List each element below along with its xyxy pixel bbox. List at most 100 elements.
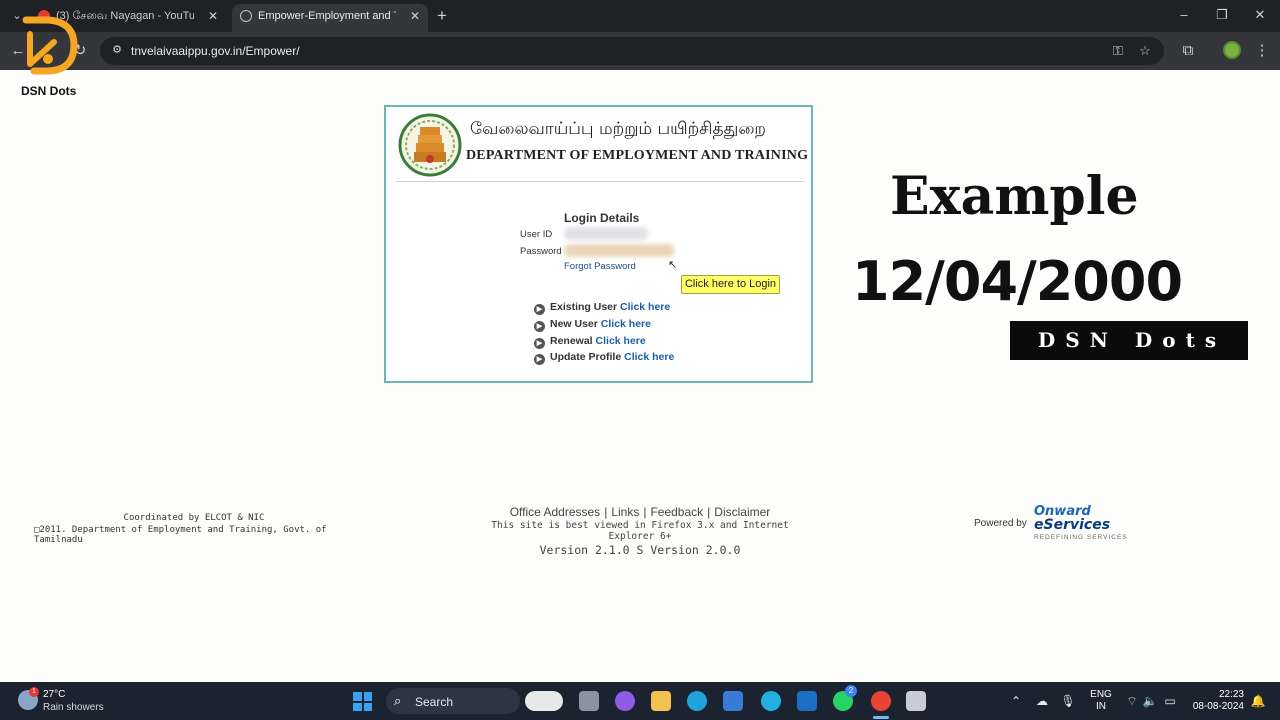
example-date: 12/04/2000	[852, 250, 1183, 313]
address-bar[interactable]: ⚙ tnvelaivaaippu.gov.in/Empower/ ⚿ ☆	[100, 37, 1164, 65]
bell-icon[interactable]: 🔔	[1250, 693, 1266, 709]
site-settings-icon[interactable]: ⚙	[110, 43, 124, 57]
powered-by-label: Powered by	[974, 518, 1027, 529]
weather-temperature[interactable]: 27°C	[43, 689, 65, 700]
login-panel: வேலைவாய்ப்பு மற்றும் பயிற்சித்துறை DEPAR…	[384, 105, 813, 383]
close-icon[interactable]: ✕	[410, 4, 420, 28]
file-explorer-icon[interactable]	[651, 691, 671, 711]
user-id-input[interactable]	[564, 227, 648, 240]
kebab-menu-icon[interactable]: ⋮	[1252, 41, 1272, 61]
footer-credits: Coordinated by ELCOT & NIC □2011. Depart…	[34, 513, 354, 545]
search-highlight-icon[interactable]	[525, 691, 563, 711]
login-button[interactable]: Click here to Login	[681, 275, 780, 294]
existing-user-link[interactable]: Click here	[620, 301, 670, 313]
channel-watermark: DSN Dots	[1010, 321, 1248, 360]
list-item: ▶ Existing User Click here	[534, 301, 670, 315]
forgot-password-link[interactable]: Forgot Password	[564, 261, 636, 272]
department-title-tamil: வேலைவாய்ப்பு மற்றும் பயிற்சித்துறை	[470, 119, 766, 139]
browser-note: This site is best viewed in Firefox 3.x …	[491, 520, 789, 542]
app-icon[interactable]	[761, 691, 781, 711]
notification-badge: 1	[29, 687, 39, 697]
weather-description[interactable]: Rain showers	[43, 702, 104, 713]
language-code: ENG	[1090, 689, 1112, 700]
system-clock[interactable]: 22:23 08-08-2024	[1186, 689, 1244, 713]
close-window-icon[interactable]: ✕	[1250, 6, 1270, 24]
search-icon: ⌕	[394, 693, 402, 708]
cloud-tray-icon[interactable]: ☁	[1034, 693, 1050, 709]
taskbar: 1 27°C Rain showers ⌕ Search 2 ⌃ ☁ 🎙 ENG…	[0, 682, 1280, 720]
login-heading: Login Details	[564, 211, 640, 225]
link-label: New User	[550, 318, 598, 330]
url-text[interactable]: tnvelaivaaippu.gov.in/Empower/	[131, 44, 300, 58]
puzzle-icon[interactable]: ⧉	[1178, 41, 1198, 61]
feedback-link[interactable]: Feedback	[650, 505, 703, 519]
volume-icon[interactable]: 🔈	[1142, 693, 1158, 709]
logo-mid-text: eServices	[1034, 517, 1111, 533]
minimize-icon[interactable]: –	[1174, 6, 1194, 24]
region-code: IN	[1096, 701, 1106, 712]
user-id-label: User ID	[520, 229, 553, 240]
logo-tagline: REDEFINING SERVICES	[1034, 534, 1128, 541]
key-icon[interactable]: ⚿	[1109, 43, 1127, 59]
clock-date: 08-08-2024	[1192, 701, 1244, 712]
search-label: Search	[415, 695, 454, 709]
tab-empower[interactable]: Empower-Employment and Training ✕	[232, 4, 428, 32]
restore-icon[interactable]: ❐	[1212, 6, 1232, 24]
office-addresses-link[interactable]: Office Addresses	[510, 505, 601, 519]
copilot-icon[interactable]	[615, 691, 635, 711]
play-bullet-icon: ▶	[534, 321, 545, 332]
onward-eservices-logo: Onward eServices REDEFINING SERVICES	[1034, 504, 1134, 541]
disclaimer-link[interactable]: Disclaimer	[714, 505, 770, 519]
department-title-english: DEPARTMENT OF EMPLOYMENT AND TRAINING	[466, 148, 809, 163]
close-icon[interactable]: ✕	[208, 4, 218, 28]
footer-links: Office Addresses | Links | Feedback | Disclaim…	[509, 505, 771, 519]
logo-caption: DSN Dots	[21, 84, 77, 98]
link-label: Existing User	[550, 301, 618, 313]
browser-toolbar: ← ↻ ⚙ tnvelaivaaippu.gov.in/Empower/ ⚿ ☆…	[0, 32, 1280, 70]
list-item: ▶ New User Click here	[534, 318, 651, 332]
link-label: Renewal	[550, 335, 593, 347]
outlook-icon[interactable]	[797, 691, 817, 711]
dsn-dots-logo	[22, 16, 78, 75]
task-view-icon[interactable]	[579, 691, 599, 711]
password-input[interactable]	[564, 244, 674, 257]
link-label: Update Profile	[550, 351, 622, 363]
footer-info: Office Addresses | Links | Feedback | Disclaim…	[480, 505, 800, 557]
star-icon[interactable]: ☆	[1136, 43, 1154, 59]
microphone-icon[interactable]: 🎙	[1060, 693, 1076, 709]
password-label: Password	[520, 246, 562, 257]
divider	[396, 181, 804, 182]
chevron-up-icon[interactable]: ⌃	[1008, 693, 1024, 709]
links-link[interactable]: Links	[611, 505, 639, 519]
mouse-cursor-icon: ↖	[668, 259, 678, 271]
wifi-icon[interactable]: ⌔	[1124, 693, 1140, 709]
play-bullet-icon: ▶	[534, 338, 545, 349]
plus-icon[interactable]: +	[434, 6, 450, 26]
update-profile-link[interactable]: Click here	[624, 351, 674, 363]
chrome-icon[interactable]	[871, 691, 891, 711]
version-text: Version 2.1.0 S Version 2.0.0	[539, 543, 741, 557]
play-bullet-icon: ▶	[534, 354, 545, 365]
taskbar-search[interactable]: ⌕ Search	[386, 688, 520, 714]
list-item: ▶ Renewal Click here	[534, 335, 646, 349]
language-indicator[interactable]: ENG IN	[1090, 689, 1112, 713]
windows-start-icon[interactable]	[353, 692, 372, 711]
active-indicator	[873, 716, 889, 719]
example-heading: Example	[890, 166, 1139, 227]
play-bullet-icon: ▶	[534, 304, 545, 315]
list-item: ▶ Update Profile Click here	[534, 351, 674, 365]
avatar[interactable]	[1223, 41, 1241, 59]
renewal-link[interactable]: Click here	[596, 335, 646, 347]
edge-icon[interactable]	[687, 691, 707, 711]
tab-title: Empower-Employment and Training	[258, 10, 396, 22]
snipping-tool-icon[interactable]	[906, 691, 926, 711]
whatsapp-badge: 2	[845, 685, 857, 697]
clock-time: 22:23	[1218, 689, 1244, 700]
tamil-nadu-emblem-icon	[398, 113, 462, 177]
globe-favicon-icon	[240, 10, 252, 22]
copyright-text: □2011. Department of Employment and Trai…	[34, 525, 327, 545]
battery-icon[interactable]: ▭	[1162, 693, 1178, 709]
new-user-link[interactable]: Click here	[601, 318, 651, 330]
coordinated-text: Coordinated by ELCOT & NIC	[123, 513, 265, 523]
store-icon[interactable]	[723, 691, 743, 711]
